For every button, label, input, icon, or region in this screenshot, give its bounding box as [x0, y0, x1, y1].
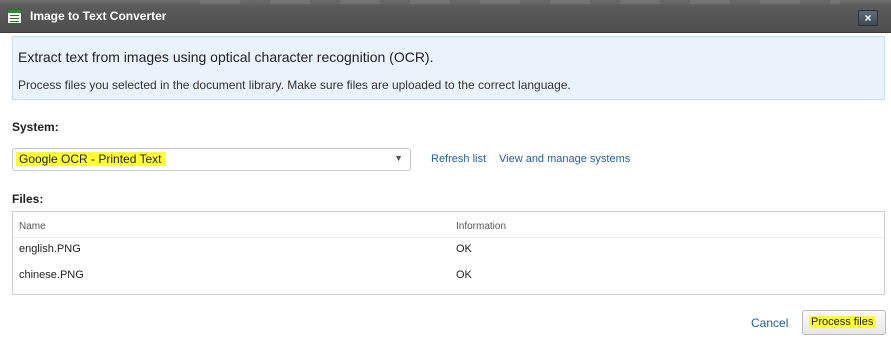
file-info-cell: OK: [456, 243, 472, 255]
header-divider: [13, 237, 884, 238]
dialog-title: Image to Text Converter: [30, 9, 167, 23]
column-header-name: Name: [19, 221, 46, 232]
process-files-label: Process files: [809, 316, 876, 328]
process-files-button[interactable]: Process files: [802, 310, 886, 335]
refresh-list-link[interactable]: Refresh list: [431, 153, 486, 165]
document-icon: [7, 9, 22, 24]
column-header-information: Information: [456, 221, 507, 232]
file-info-cell: OK: [456, 269, 472, 281]
close-button[interactable]: ×: [858, 10, 878, 26]
files-table: Name Information english.PNG OK chinese.…: [12, 211, 885, 295]
info-panel: Extract text from images using optical c…: [12, 36, 885, 100]
close-icon: ×: [864, 11, 872, 25]
file-name-cell: english.PNG: [19, 243, 81, 255]
info-heading: Extract text from images using optical c…: [18, 49, 434, 65]
dialog-titlebar: Image to Text Converter ×: [0, 0, 891, 33]
files-label: Files:: [12, 192, 44, 206]
manage-systems-link[interactable]: View and manage systems: [499, 153, 630, 165]
system-label: System:: [12, 120, 59, 134]
cancel-button[interactable]: Cancel: [751, 316, 788, 330]
file-name-cell: chinese.PNG: [19, 269, 84, 281]
dropdown-arrow-icon: ▼: [394, 153, 403, 163]
background-toolbar-strip: [200, 0, 840, 4]
dialog-body: Extract text from images using optical c…: [0, 33, 891, 343]
system-select[interactable]: Google OCR - Printed Text ▼: [12, 148, 411, 171]
system-select-value: Google OCR - Printed Text: [16, 152, 165, 166]
info-description: Process files you selected in the docume…: [18, 78, 571, 92]
